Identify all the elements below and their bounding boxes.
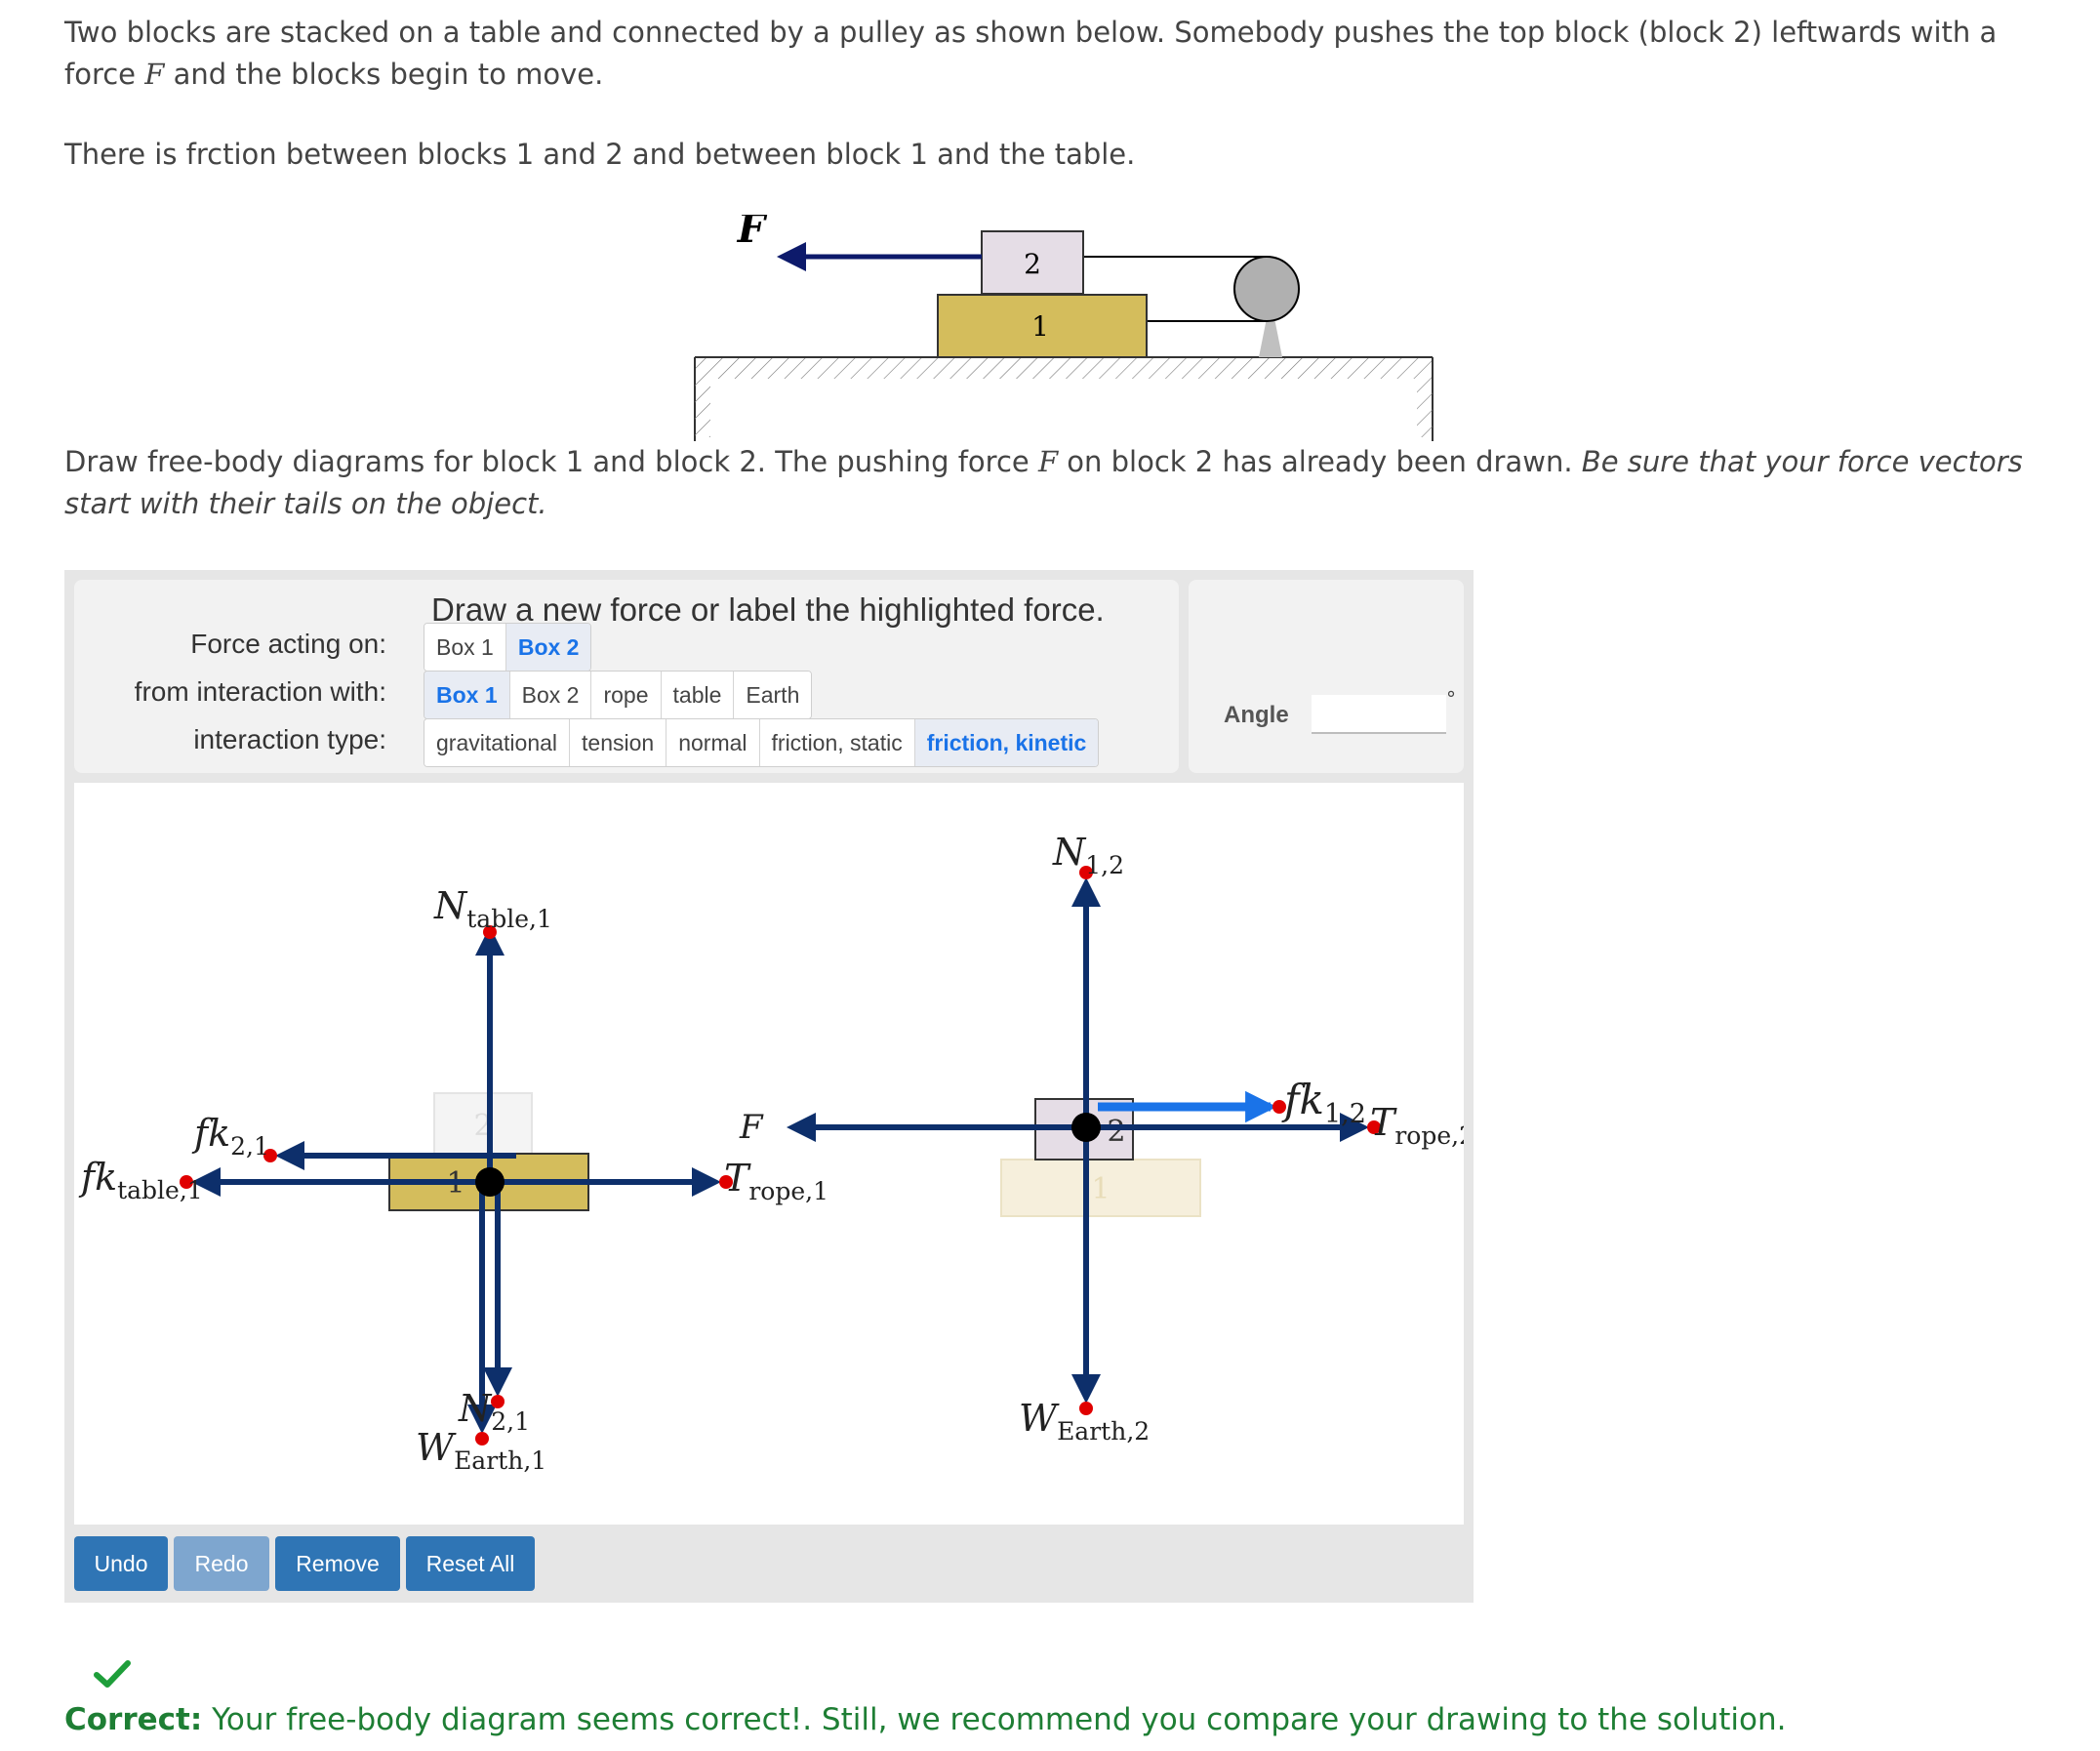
instructions-text: Draw free-body diagrams for block 1 and … (64, 445, 1038, 478)
ghost-box-1-label: 1 (1091, 1172, 1110, 1206)
label-N-table-1: Ntable,1 (433, 884, 552, 933)
endpoint-W-earth-2[interactable] (1079, 1402, 1093, 1415)
fbd-widget: Draw a new force or label the highlighte… (64, 570, 1474, 1603)
interaction-box1-button[interactable]: Box 1 (424, 672, 510, 718)
box-1-center-dot (475, 1167, 505, 1197)
force-variable: F (144, 58, 165, 91)
label-fk-table-1: fktable,1 (78, 1156, 203, 1204)
table-leg-hatch-left (695, 379, 710, 437)
label-fk-1-2: fk1,2 (1281, 1076, 1366, 1129)
type-tension-button[interactable]: tension (570, 719, 667, 766)
pulley-stand (1259, 318, 1282, 357)
drawing-canvas[interactable]: 2 1 Ntable,1 fk2,1 fktable,1 Trope,1 N2,… (74, 783, 1464, 1525)
acting-on-box1-button[interactable]: Box 1 (424, 624, 506, 671)
interaction-earth-button[interactable]: Earth (734, 672, 812, 718)
box-2-center-dot (1071, 1113, 1101, 1142)
table-leg-hatch-right (1417, 379, 1433, 437)
force-selector-panel: Draw a new force or label the highlighte… (74, 580, 1179, 773)
force-acting-on-label: Force acting on: (190, 629, 386, 659)
angle-label: Angle (1224, 702, 1289, 728)
pulley-icon (1233, 256, 1300, 322)
label-N-1-2: N1,2 (1052, 831, 1124, 879)
type-friction-static-button[interactable]: friction, static (759, 719, 915, 766)
friction-note: There is frction between blocks 1 and 2 … (64, 134, 2055, 176)
angle-panel: Angle ° (1189, 580, 1464, 773)
interaction-type-group: gravitational tension normal friction, s… (424, 718, 1100, 767)
figure-force-label: F (737, 215, 768, 252)
instructions-force-variable: F (1037, 445, 1059, 478)
label-T-rope-2: Trope,2 (1370, 1101, 1464, 1150)
feedback-body: Your free-body diagram seems correct!. S… (202, 1702, 1787, 1737)
problem-statement: Two blocks are stacked on a table and co… (64, 12, 2055, 96)
table-top-hatch (695, 357, 1433, 379)
friction-note-text: There is frction between blocks 1 and 2 … (64, 138, 1136, 171)
label-fk-2-1: fk2,1 (191, 1112, 269, 1161)
angle-input[interactable] (1312, 695, 1446, 734)
instructions-text-mid: on block 2 has already been drawn. (1058, 445, 1582, 478)
feedback-status: Correct: (64, 1702, 203, 1737)
figure-force-arrowhead (777, 242, 806, 271)
remove-button[interactable]: Remove (275, 1536, 400, 1591)
interaction-table-button[interactable]: table (661, 672, 735, 718)
undo-button[interactable]: Undo (74, 1536, 168, 1591)
interaction-box2-button[interactable]: Box 2 (509, 672, 592, 718)
interaction-rope-button[interactable]: rope (591, 672, 662, 718)
angle-unit: ° (1446, 687, 1456, 711)
reset-all-button[interactable]: Reset All (406, 1536, 535, 1591)
redo-button[interactable]: Redo (174, 1536, 269, 1591)
endpoint-W-earth-1[interactable] (475, 1432, 489, 1446)
force-acting-on-group: Box 1 Box 2 (424, 623, 592, 672)
endpoint-N-2-1[interactable] (491, 1395, 505, 1408)
setup-figure: 1 2 F (694, 215, 1434, 441)
interaction-type-label: interaction type: (193, 724, 386, 754)
problem-text-end: and the blocks begin to move. (164, 58, 604, 91)
interaction-with-group: Box 1 Box 2 rope table Earth (424, 671, 813, 719)
type-gravitational-button[interactable]: gravitational (424, 719, 571, 766)
canvas-box-2-label: 2 (1107, 1115, 1125, 1149)
type-friction-kinetic-button[interactable]: friction, kinetic (914, 719, 1099, 766)
label-T-rope-1: Trope,1 (724, 1157, 828, 1205)
label-N-2-1: N2,1 (458, 1387, 530, 1436)
check-icon (94, 1660, 131, 1688)
type-normal-button[interactable]: normal (666, 719, 760, 766)
acting-on-box2-button[interactable]: Box 2 (505, 624, 591, 671)
feedback-message: Correct: Your free-body diagram seems co… (64, 1702, 1821, 1737)
figure-block-2-label: 2 (1024, 248, 1041, 280)
figure-block-1-label: 1 (1031, 310, 1049, 343)
interaction-with-label: from interaction with: (134, 676, 386, 707)
label-F: F (739, 1108, 764, 1147)
instructions: Draw free-body diagrams for block 1 and … (64, 441, 2055, 525)
